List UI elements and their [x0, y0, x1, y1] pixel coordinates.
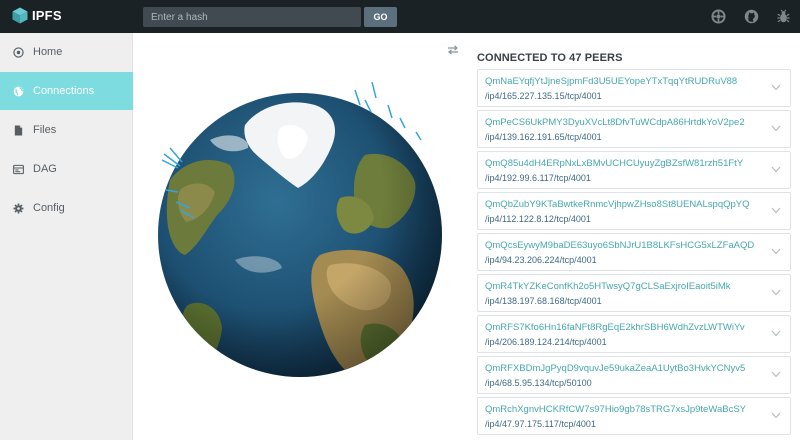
- top-bar: IPFS GO: [0, 0, 800, 33]
- peer-id: QmNaEYqfjYtJjneSjpmFd3U5UEYopeYTxTqqYtRU…: [485, 76, 738, 87]
- chevron-down-icon[interactable]: [771, 412, 781, 419]
- peer-item[interactable]: QmNaEYqfjYtJjneSjpmFd3U5UEYopeYTxTqqYtRU…: [477, 69, 791, 107]
- peer-address: /ip4/192.99.6.117/tcp/4001: [485, 173, 591, 183]
- peer-address: /ip4/139.162.191.65/tcp/4001: [485, 132, 602, 142]
- peers-count-title: CONNECTED TO 47 PEERS: [477, 52, 623, 64]
- peer-item[interactable]: QmRchXgnvHCKRfCW7s97Hio9gb78sTRG7xsJp9te…: [477, 397, 791, 435]
- peer-address: /ip4/68.5.95.134/tcp/50100: [485, 378, 592, 388]
- chevron-down-icon[interactable]: [771, 289, 781, 296]
- peer-id: QmQcsEywyM9baDE63uyo6SbNJrU1B8LKFsHCG5xL…: [485, 240, 755, 251]
- ipfs-logo[interactable]: IPFS: [12, 7, 62, 24]
- sidebar-item-home[interactable]: Home: [0, 33, 133, 71]
- go-button[interactable]: GO: [364, 7, 397, 27]
- peer-id: QmRFS7Kfo6Hn16faNFt8RgEqE2khrSBH6WdhZvzL…: [485, 322, 745, 333]
- peer-item[interactable]: QmQbZubY9KTaBwtkeRnmcVjhpwZHso8St8UENALs…: [477, 192, 791, 230]
- peer-id: QmR4TkYZKeConfKh2o5HTwsyQ7gCLSaExjroIEao…: [485, 281, 731, 292]
- sidebar-item-config[interactable]: Config: [0, 189, 133, 227]
- peer-address: /ip4/94.23.206.224/tcp/4001: [485, 255, 597, 265]
- dag-icon: [13, 164, 24, 174]
- peer-item[interactable]: QmPeCS6UkPMY3DyuXVcLt8DfvTuWCdpA86HrtdkY…: [477, 110, 791, 148]
- peer-address: /ip4/206.189.124.214/tcp/4001: [485, 337, 607, 347]
- peer-item[interactable]: QmR4TkYZKeConfKh2o5HTwsyQ7gCLSaExjroIEao…: [477, 274, 791, 312]
- chevron-down-icon[interactable]: [771, 125, 781, 132]
- peer-item[interactable]: QmRFS7Kfo6Hn16faNFt8RgEqE2khrSBH6WdhZvzL…: [477, 315, 791, 353]
- peer-address: /ip4/138.197.68.168/tcp/4001: [485, 296, 602, 306]
- peer-id: QmRchXgnvHCKRfCW7s97Hio9gb78sTRG7xsJp9te…: [485, 404, 746, 415]
- globe-icon: [13, 86, 24, 96]
- peer-id: QmQbZubY9KTaBwtkeRnmcVjhpwZHso8St8UENALs…: [485, 199, 750, 210]
- app-name: IPFS: [32, 8, 62, 23]
- file-icon: [14, 124, 23, 136]
- peer-address: /ip4/112.122.8.12/tcp/4001: [485, 214, 591, 224]
- chevron-down-icon[interactable]: [771, 207, 781, 214]
- peer-address: /ip4/165.227.135.15/tcp/4001: [485, 91, 602, 101]
- gear-icon: [13, 203, 24, 213]
- peer-item[interactable]: QmQcsEywyM9baDE63uyo6SbNJrU1B8LKFsHCG5xL…: [477, 233, 791, 271]
- globe-shade: [158, 93, 442, 377]
- sidebar-item-label: Files: [33, 124, 57, 136]
- bug-icon[interactable]: [776, 9, 791, 24]
- settings-wheel-icon[interactable]: [711, 9, 726, 24]
- home-icon: [13, 46, 24, 58]
- chevron-down-icon[interactable]: [771, 84, 781, 91]
- peer-address: /ip4/47.97.175.117/tcp/4001: [485, 419, 596, 429]
- chevron-down-icon[interactable]: [771, 330, 781, 337]
- peer-id: QmRFXBDmJgPyqD9vquvJe59ukaZeaA1UytBo3Hvk…: [485, 363, 746, 374]
- hash-search-input[interactable]: [143, 7, 361, 27]
- sidebar-item-dag[interactable]: DAG: [0, 150, 133, 188]
- sidebar: Home Connections Files DAG Config: [0, 33, 133, 440]
- swap-view-icon[interactable]: [447, 45, 459, 55]
- sidebar-item-label: Config: [33, 202, 65, 214]
- chevron-down-icon[interactable]: [771, 371, 781, 378]
- peer-item[interactable]: QmRFXBDmJgPyqD9vquvJe59ukaZeaA1UytBo3Hvk…: [477, 356, 791, 394]
- sidebar-item-label: DAG: [33, 163, 57, 175]
- sidebar-item-label: Home: [33, 46, 63, 58]
- peer-item[interactable]: QmQ85u4dH4ERpNxLxBMvUCHCUyuyZgBZsfW81rzh…: [477, 151, 791, 189]
- chevron-down-icon[interactable]: [771, 166, 781, 173]
- peer-id: QmQ85u4dH4ERpNxLxBMvUCHCUyuyZgBZsfW81rzh…: [485, 158, 744, 169]
- peer-list: QmNaEYqfjYtJjneSjpmFd3U5UEYopeYTxTqqYtRU…: [477, 69, 791, 438]
- sidebar-item-connections[interactable]: Connections: [0, 72, 133, 110]
- peer-id: QmPeCS6UkPMY3DyuXVcLt8DfvTuWCdpA86HrtdkY…: [485, 117, 745, 128]
- sidebar-item-files[interactable]: Files: [0, 111, 133, 149]
- peers-globe[interactable]: [140, 70, 460, 380]
- sidebar-item-label: Connections: [33, 85, 95, 97]
- ipfs-cube-icon: [12, 7, 28, 24]
- chevron-down-icon[interactable]: [771, 248, 781, 255]
- github-icon[interactable]: [744, 9, 759, 24]
